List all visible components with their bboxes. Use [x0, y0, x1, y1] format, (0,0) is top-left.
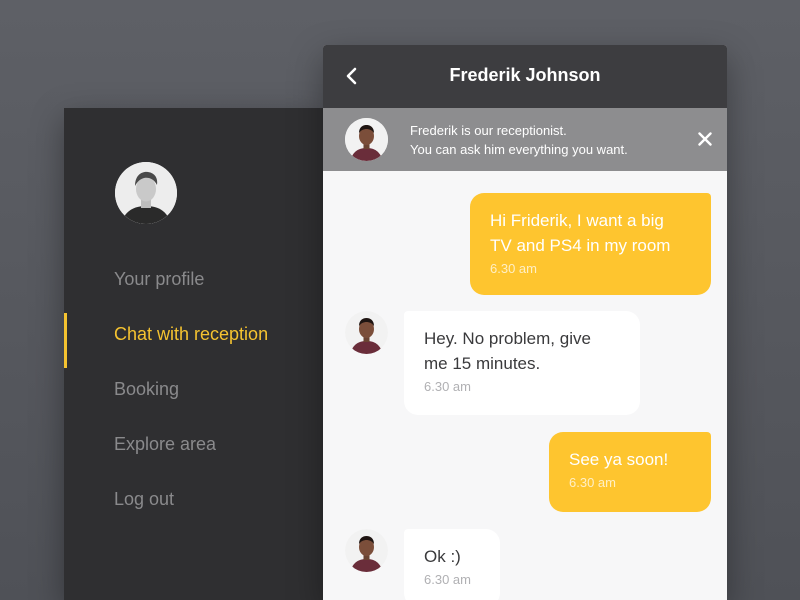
info-banner: Frederik is our receptionist. You can as… [323, 108, 727, 171]
back-button[interactable] [337, 61, 367, 91]
message-line-2: me 15 minutes. [424, 354, 541, 373]
message-time: 6.30 am [424, 379, 471, 394]
message-line-2: TV and PS4 in my room [490, 236, 671, 255]
banner-line-2: You can ask him everything you want. [410, 142, 628, 157]
message-text: Hey. No problem, give me 15 minutes. [424, 326, 620, 376]
user-avatar-icon[interactable] [115, 162, 177, 224]
receptionist-avatar-icon [345, 311, 388, 354]
nav-item-explore-area[interactable]: Explore area [64, 423, 323, 478]
banner-close-button[interactable] [695, 129, 715, 149]
close-icon [698, 132, 712, 146]
receptionist-avatar [345, 118, 388, 161]
message-bubble-outgoing: See ya soon! 6.30 am [549, 432, 711, 512]
sender-avatar [345, 529, 388, 572]
message-time: 6.30 am [424, 572, 471, 587]
banner-text: Frederik is our receptionist. You can as… [410, 121, 628, 159]
message-line-1: See ya soon! [569, 450, 669, 469]
message-text: Ok :) [424, 544, 480, 569]
nav-item-label: Booking [114, 379, 180, 399]
nav-item-your-profile[interactable]: Your profile [64, 258, 323, 313]
message-line-1: Hi Friderik, I want a big [490, 211, 664, 230]
message-time: 6.30 am [569, 475, 616, 490]
nav-menu: Your profile Chat with reception Booking… [64, 258, 323, 533]
message-text: Hi Friderik, I want a big TV and PS4 in … [490, 208, 691, 258]
message-time: 6.30 am [490, 261, 537, 276]
nav-item-label: Log out [114, 489, 175, 509]
sender-avatar [345, 311, 388, 354]
chat-title: Frederik Johnson [449, 65, 601, 85]
nav-item-label: Your profile [114, 269, 205, 289]
message-line-1: Hey. No problem, give [424, 329, 591, 348]
nav-item-label: Chat with reception [114, 324, 269, 344]
banner-line-1: Frederik is our receptionist. [410, 123, 567, 138]
nav-item-chat-with-reception[interactable]: Chat with reception [64, 313, 323, 368]
chat-header: Frederik Johnson [323, 45, 727, 108]
receptionist-avatar-icon [345, 529, 388, 572]
navigation-panel: Your profile Chat with reception Booking… [64, 108, 323, 600]
message-line-1: Ok :) [424, 547, 461, 566]
message-bubble-incoming: Hey. No problem, give me 15 minutes. 6.3… [404, 311, 640, 415]
nav-item-log-out[interactable]: Log out [64, 478, 323, 533]
receptionist-avatar-icon [345, 118, 388, 161]
avatar-portrait [115, 162, 177, 224]
nav-item-label: Explore area [114, 434, 217, 454]
message-bubble-outgoing: Hi Friderik, I want a big TV and PS4 in … [470, 193, 711, 295]
chat-window: Frederik Johnson Frederik is our recepti… [323, 45, 727, 600]
message-bubble-incoming: Ok :) 6.30 am [404, 529, 500, 600]
chevron-left-icon [346, 67, 357, 85]
message-text: See ya soon! [569, 447, 691, 472]
nav-item-booking[interactable]: Booking [64, 368, 323, 423]
